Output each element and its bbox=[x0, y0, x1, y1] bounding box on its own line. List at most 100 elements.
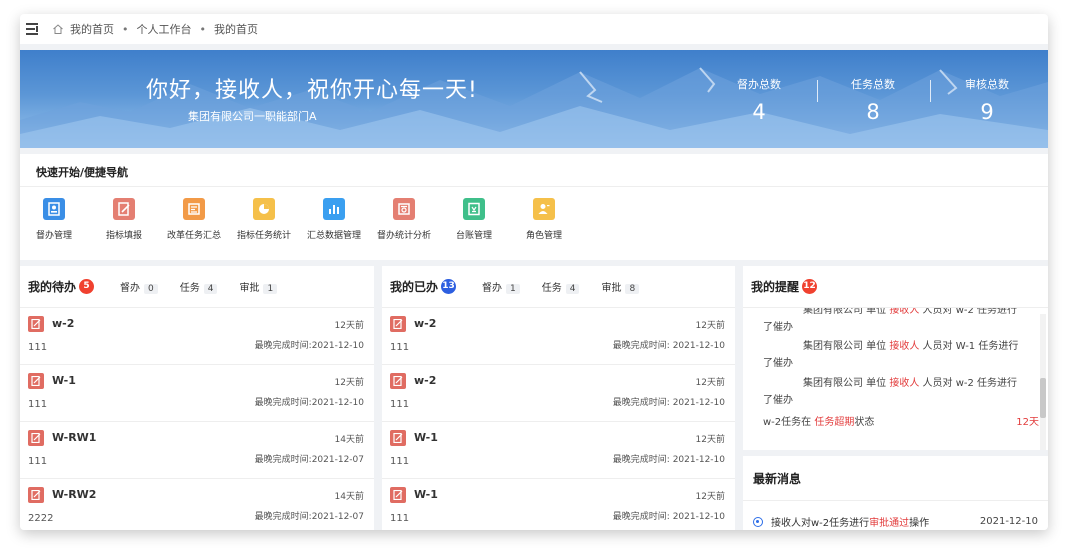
item-title: w-2 bbox=[414, 374, 437, 387]
item-deadline: 最晚完成时间:2021-12-10 bbox=[254, 341, 364, 351]
breadcrumb-separator: • bbox=[199, 22, 207, 36]
list-item[interactable]: W-RW2 14天前 2222 最晚完成时间:2021-12-07 bbox=[20, 479, 374, 530]
reminder-suffix: 人员对 w-2 任务进行 bbox=[919, 308, 1018, 316]
item-desc: 111 bbox=[28, 456, 48, 467]
reminder-user: 接收人 bbox=[889, 378, 920, 389]
stat-label: 督办总数 bbox=[737, 78, 781, 91]
done-header: 我的已办 13 督办 1 任务 4 审批 8 bbox=[382, 266, 735, 308]
reminders-badge: 12 bbox=[802, 279, 818, 294]
list-item[interactable]: W-RW1 14天前 111 最晚完成时间:2021-12-07 bbox=[20, 422, 374, 479]
stat-tasks[interactable]: 任务总数 8 bbox=[818, 76, 928, 124]
quick-nav-indicator-fill[interactable]: 指标填报 bbox=[88, 198, 160, 241]
item-deadline: 最晚完成时间: 2021-12-10 bbox=[612, 398, 725, 408]
stat-value: 4 bbox=[752, 100, 766, 124]
reminder-tail: 了催办 bbox=[763, 395, 793, 406]
menu-toggle-icon[interactable] bbox=[26, 23, 40, 35]
item-title: W-1 bbox=[414, 431, 438, 444]
quick-nav-supervision-analysis[interactable]: 督办统计分析 bbox=[368, 198, 440, 241]
tab-approval[interactable]: 审批 8 bbox=[601, 279, 640, 294]
pie-chart-icon bbox=[253, 198, 275, 220]
tab-count: 1 bbox=[506, 284, 520, 294]
quick-nav-label: 台账管理 bbox=[455, 231, 492, 241]
home-icon[interactable] bbox=[52, 23, 64, 35]
item-deadline: 最晚完成时间: 2021-12-10 bbox=[612, 512, 725, 522]
reminders-scroll-thumb[interactable] bbox=[1040, 378, 1046, 418]
reminder-item[interactable]: 集团有限公司 单位 接收人 人员对 w-2 任务进行 了催办 bbox=[763, 375, 1033, 409]
analysis-icon bbox=[393, 198, 415, 220]
quick-nav-supervision[interactable]: 督办管理 bbox=[20, 198, 90, 241]
reminder-prefix: 集团有限公司 单位 bbox=[803, 378, 890, 389]
reminder-suffix: 状态 bbox=[854, 417, 875, 428]
tab-count: 4 bbox=[565, 284, 580, 294]
list-item[interactable]: w-2 12天前 111 最晚完成时间:2021-12-10 bbox=[20, 308, 374, 365]
top-bar: 我的首页 • 个人工作台 • 我的首页 bbox=[20, 14, 1048, 44]
task-doc-icon bbox=[28, 487, 44, 503]
list-item[interactable]: W-1 12天前 111 最晚完成时间: 2021-12-10 bbox=[382, 479, 735, 530]
reminder-tail: 了催办 bbox=[763, 322, 793, 333]
role-icon bbox=[533, 198, 555, 220]
reminder-status: 任务超期 bbox=[814, 417, 855, 428]
pending-badge: 5 bbox=[79, 279, 95, 294]
task-list-icon bbox=[183, 198, 205, 220]
reminder-item[interactable]: 集团有限公司 单位 接收人 人员对 W-1 任务进行 了催办 bbox=[763, 338, 1033, 372]
breadcrumb-workspace[interactable]: 个人工作台 bbox=[137, 21, 192, 37]
quick-nav-label: 指标填报 bbox=[105, 231, 142, 241]
quick-nav-ledger[interactable]: 台账管理 bbox=[438, 198, 510, 241]
task-doc-icon bbox=[390, 316, 406, 332]
stat-value: 9 bbox=[980, 100, 994, 124]
reminder-item[interactable]: w-2任务在 任务超期状态 12天 bbox=[763, 414, 1041, 431]
welcome-banner: 你好，接收人，祝你开心每一天! 集团有限公司一职能部门A 督办总数 4 任务总数… bbox=[20, 50, 1048, 148]
quick-nav-indicator-stats[interactable]: 指标任务统计 bbox=[228, 198, 300, 241]
list-item[interactable]: w-2 12天前 111 最晚完成时间: 2021-12-10 bbox=[382, 308, 735, 365]
quick-nav-panel: 快速开始/便捷导航 督办管理 指标填报 改革任务汇总 指标任务统计 汇总数据管理… bbox=[20, 154, 1048, 260]
user-card-icon bbox=[43, 198, 65, 220]
org-name: 集团有限公司一职能部门A bbox=[188, 110, 317, 123]
reminder-suffix: 人员对 w-2 任务进行 bbox=[919, 378, 1018, 389]
news-suffix: 操作 bbox=[909, 518, 930, 529]
breadcrumb-home[interactable]: 我的首页 bbox=[70, 21, 114, 37]
quick-nav-role-management[interactable]: 角色管理 bbox=[508, 198, 580, 241]
item-title: W-1 bbox=[414, 488, 438, 501]
task-doc-icon bbox=[390, 373, 406, 389]
stat-supervision[interactable]: 督办总数 4 bbox=[704, 76, 814, 124]
stat-reviews[interactable]: 审核总数 9 bbox=[932, 76, 1042, 124]
news-action: 审批通过 bbox=[869, 518, 910, 529]
quick-nav-label: 督办统计分析 bbox=[376, 231, 431, 241]
greeting-text: 你好，接收人，祝你开心每一天! bbox=[146, 78, 478, 103]
item-deadline: 最晚完成时间: 2021-12-10 bbox=[612, 341, 725, 351]
quick-nav-data-management[interactable]: 汇总数据管理 bbox=[298, 198, 370, 241]
pending-title: 我的待办 bbox=[28, 280, 77, 294]
pending-tabs: 督办 0 任务 4 审批 1 bbox=[120, 279, 299, 294]
news-date: 2021-12-10 bbox=[979, 516, 1038, 527]
done-panel: 我的已办 13 督办 1 任务 4 审批 8 w-2 12天前 111 最晚完成时间:… bbox=[382, 266, 735, 530]
reminder-user: 接收人 bbox=[889, 308, 920, 316]
quick-nav-reform-summary[interactable]: 改革任务汇总 bbox=[158, 198, 230, 241]
list-item[interactable]: W-1 12天前 111 最晚完成时间: 2021-12-10 bbox=[382, 422, 735, 479]
tab-approval[interactable]: 审批 1 bbox=[239, 279, 278, 294]
quick-nav-title: 快速开始/便捷导航 bbox=[36, 166, 129, 179]
tab-supervision[interactable]: 督办 1 bbox=[482, 279, 520, 294]
item-title: w-2 bbox=[414, 317, 437, 330]
item-time-ago: 12天前 bbox=[695, 435, 725, 445]
item-time-ago: 12天前 bbox=[334, 378, 364, 388]
reminder-time-ago: 12天 bbox=[1016, 417, 1039, 428]
tab-tasks[interactable]: 任务 4 bbox=[180, 279, 218, 294]
tab-tasks[interactable]: 任务 4 bbox=[542, 279, 580, 294]
item-deadline: 最晚完成时间:2021-12-07 bbox=[254, 455, 364, 465]
quick-nav-label: 督办管理 bbox=[35, 231, 72, 241]
quick-nav-label: 汇总数据管理 bbox=[306, 231, 361, 241]
task-doc-icon bbox=[390, 487, 406, 503]
list-item[interactable]: w-2 12天前 111 最晚完成时间: 2021-12-10 bbox=[382, 365, 735, 422]
tab-count: 8 bbox=[625, 284, 640, 294]
list-item[interactable]: W-1 12天前 111 最晚完成时间:2021-12-10 bbox=[20, 365, 374, 422]
reminders-list: 集团有限公司 单位 接收人 人员对 w-2 任务进行 了催办 集团有限公司 单位… bbox=[743, 308, 1048, 446]
breadcrumb-separator: • bbox=[122, 22, 129, 36]
done-badge: 13 bbox=[441, 279, 457, 294]
reminder-item[interactable]: 集团有限公司 单位 接收人 人员对 w-2 任务进行 了催办 bbox=[763, 308, 1033, 336]
stat-label: 审核总数 bbox=[965, 78, 1009, 91]
tab-supervision[interactable]: 督办 0 bbox=[120, 279, 158, 294]
news-item[interactable]: 接收人对w-2任务进行 审批通过 操作 2021-12-10 bbox=[753, 514, 1038, 529]
item-deadline: 最晚完成时间: 2021-12-10 bbox=[612, 455, 725, 465]
breadcrumb-current: 我的首页 bbox=[214, 23, 258, 36]
item-desc: 111 bbox=[390, 342, 410, 353]
